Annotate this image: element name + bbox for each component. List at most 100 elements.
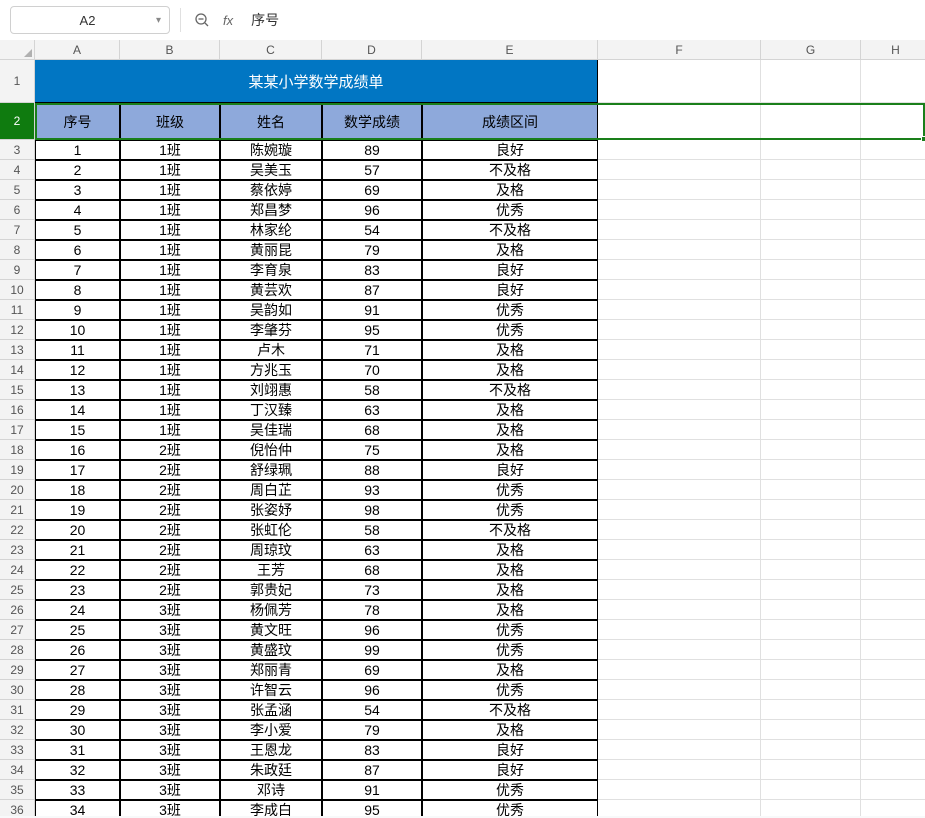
cell[interactable]: 3班 xyxy=(120,720,220,740)
cell[interactable] xyxy=(598,460,761,480)
cell[interactable] xyxy=(598,780,761,800)
cell[interactable] xyxy=(761,580,861,600)
row-header[interactable]: 1 xyxy=(0,60,35,103)
row-header[interactable]: 23 xyxy=(0,540,35,560)
cell[interactable] xyxy=(761,700,861,720)
cell[interactable]: 及格 xyxy=(422,180,598,200)
cell[interactable]: 倪怡仲 xyxy=(220,440,322,460)
cell[interactable]: 良好 xyxy=(422,740,598,760)
cell[interactable] xyxy=(598,220,761,240)
column-header[interactable]: E xyxy=(422,40,598,60)
cell[interactable]: 2班 xyxy=(120,540,220,560)
cell[interactable] xyxy=(761,340,861,360)
row-header[interactable]: 27 xyxy=(0,620,35,640)
row-header[interactable]: 12 xyxy=(0,320,35,340)
cell[interactable] xyxy=(861,720,925,740)
cell[interactable]: 3班 xyxy=(120,680,220,700)
column-header[interactable]: C xyxy=(220,40,322,60)
cell[interactable] xyxy=(598,500,761,520)
cell[interactable]: 63 xyxy=(322,400,422,420)
cell[interactable]: 不及格 xyxy=(422,380,598,400)
cell[interactable]: 卢木 xyxy=(220,340,322,360)
cell[interactable]: 3班 xyxy=(120,660,220,680)
row-header[interactable]: 30 xyxy=(0,680,35,700)
cell[interactable]: 丁汉臻 xyxy=(220,400,322,420)
cell[interactable] xyxy=(598,320,761,340)
cell[interactable]: 78 xyxy=(322,600,422,620)
cell[interactable] xyxy=(861,800,925,816)
cell[interactable]: 70 xyxy=(322,360,422,380)
cell[interactable] xyxy=(598,400,761,420)
cell[interactable]: 96 xyxy=(322,200,422,220)
cell[interactable]: 13 xyxy=(35,380,120,400)
cell[interactable]: 79 xyxy=(322,240,422,260)
cell[interactable]: 及格 xyxy=(422,540,598,560)
header-cell[interactable]: 序号 xyxy=(35,103,120,140)
cell[interactable]: 杨佩芳 xyxy=(220,600,322,620)
cell[interactable]: 及格 xyxy=(422,580,598,600)
cell[interactable] xyxy=(761,300,861,320)
cell[interactable]: 蔡依婷 xyxy=(220,180,322,200)
cell[interactable] xyxy=(598,660,761,680)
cell[interactable]: 1班 xyxy=(120,340,220,360)
cell[interactable]: 68 xyxy=(322,560,422,580)
cell[interactable] xyxy=(861,760,925,780)
cell[interactable]: 17 xyxy=(35,460,120,480)
cell[interactable] xyxy=(598,360,761,380)
cell[interactable]: 1班 xyxy=(120,420,220,440)
cell[interactable] xyxy=(761,800,861,816)
cell[interactable]: 吴佳瑞 xyxy=(220,420,322,440)
cell[interactable]: 1班 xyxy=(120,300,220,320)
cell[interactable] xyxy=(861,380,925,400)
cell[interactable] xyxy=(761,220,861,240)
cell[interactable]: 11 xyxy=(35,340,120,360)
row-header[interactable]: 29 xyxy=(0,660,35,680)
cell[interactable] xyxy=(761,140,861,160)
cell[interactable]: 23 xyxy=(35,580,120,600)
select-all-corner[interactable] xyxy=(0,40,35,60)
row-header[interactable]: 13 xyxy=(0,340,35,360)
cell[interactable] xyxy=(761,280,861,300)
row-header[interactable]: 18 xyxy=(0,440,35,460)
column-header[interactable]: H xyxy=(861,40,925,60)
cell[interactable]: 1 xyxy=(35,140,120,160)
cell[interactable]: 及格 xyxy=(422,600,598,620)
cell[interactable] xyxy=(598,680,761,700)
cell[interactable]: 良好 xyxy=(422,280,598,300)
name-box[interactable]: A2 ▾ xyxy=(10,6,170,34)
cell[interactable] xyxy=(861,60,925,103)
row-header[interactable]: 11 xyxy=(0,300,35,320)
cell[interactable] xyxy=(761,540,861,560)
cell[interactable]: 87 xyxy=(322,760,422,780)
row-header[interactable]: 35 xyxy=(0,780,35,800)
formula-input[interactable] xyxy=(243,6,915,34)
cell[interactable] xyxy=(861,160,925,180)
cell[interactable] xyxy=(861,640,925,660)
cell[interactable]: 不及格 xyxy=(422,700,598,720)
cell[interactable] xyxy=(761,400,861,420)
cell[interactable] xyxy=(598,420,761,440)
cell[interactable] xyxy=(598,800,761,816)
cell[interactable]: 陈婉璇 xyxy=(220,140,322,160)
cell[interactable]: 3班 xyxy=(120,760,220,780)
row-header[interactable]: 7 xyxy=(0,220,35,240)
cell[interactable]: 58 xyxy=(322,520,422,540)
cell[interactable]: 91 xyxy=(322,300,422,320)
cell[interactable] xyxy=(761,440,861,460)
cell[interactable] xyxy=(861,480,925,500)
row-header[interactable]: 33 xyxy=(0,740,35,760)
cell[interactable] xyxy=(861,220,925,240)
cell[interactable]: 及格 xyxy=(422,240,598,260)
cell[interactable] xyxy=(861,240,925,260)
cell[interactable] xyxy=(861,580,925,600)
cell[interactable] xyxy=(761,680,861,700)
cell[interactable]: 周白芷 xyxy=(220,480,322,500)
cell[interactable]: 2班 xyxy=(120,480,220,500)
cell[interactable]: 33 xyxy=(35,780,120,800)
cell[interactable]: 95 xyxy=(322,320,422,340)
cell[interactable] xyxy=(761,660,861,680)
cell[interactable]: 2班 xyxy=(120,520,220,540)
cell[interactable]: 2班 xyxy=(120,560,220,580)
cell[interactable]: 李肇芬 xyxy=(220,320,322,340)
row-header[interactable]: 16 xyxy=(0,400,35,420)
